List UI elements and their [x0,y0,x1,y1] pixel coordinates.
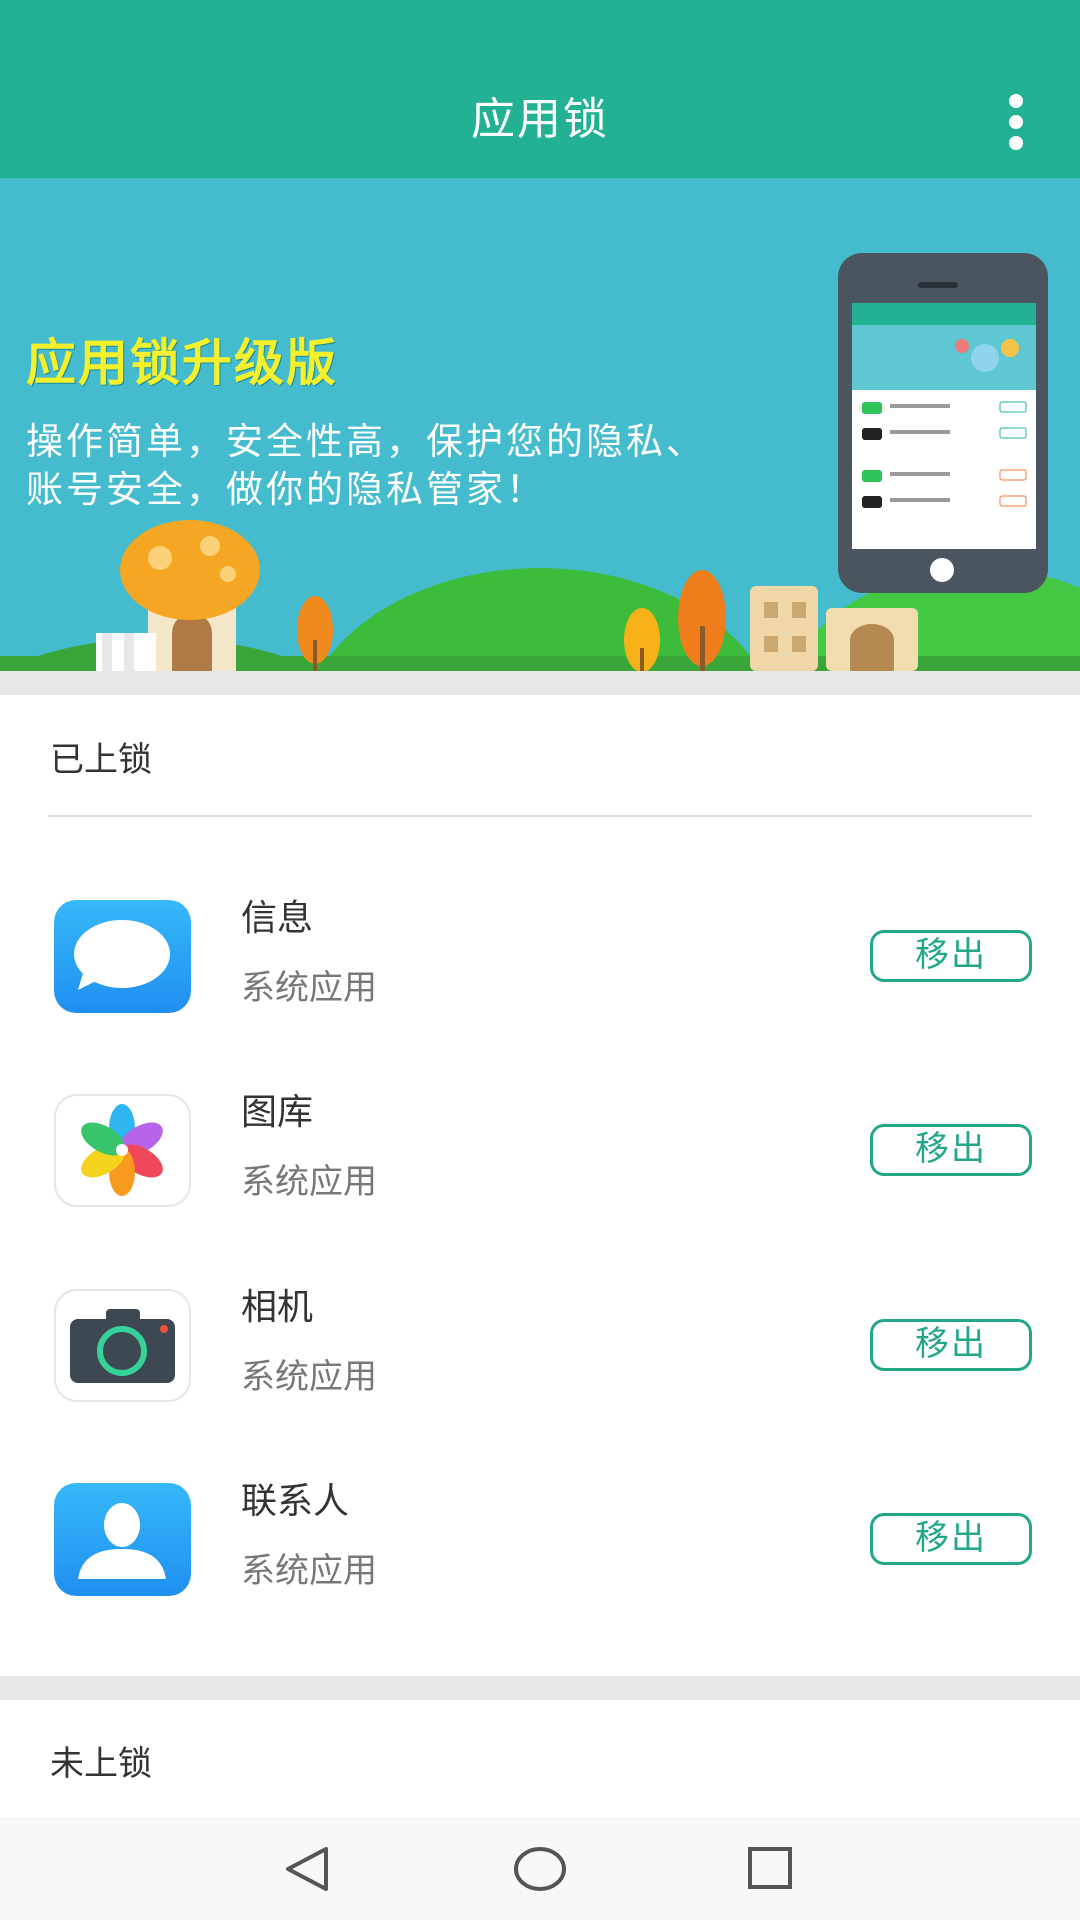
locked-app-row[interactable]: 信息 系统应用 移出 [0,898,1080,1094]
section-divider [0,671,1080,695]
section-divider [0,1676,1080,1700]
app-type: 系统应用 [241,1357,377,1397]
promo-banner[interactable]: 应用锁升级版 操作简单，安全性高，保护您的隐私、账号安全，做你的隐私管家！ [0,178,1080,671]
locked-app-row[interactable]: 相机 系统应用 移出 [0,1287,1080,1483]
unlocked-section-title: 未上锁 [50,1744,152,1784]
recents-icon[interactable] [740,1839,800,1899]
home-icon[interactable] [510,1839,570,1899]
remove-button[interactable]: 移出 [870,1124,1032,1176]
back-icon[interactable] [278,1839,338,1899]
app-name: 图库 [241,1092,314,1133]
contacts-icon [54,1483,191,1596]
messages-icon [54,900,191,1013]
remove-button[interactable]: 移出 [870,1513,1032,1565]
system-nav-bar [0,1817,1080,1920]
remove-button[interactable]: 移出 [870,1319,1032,1371]
app-type: 系统应用 [241,968,377,1008]
gallery-icon [54,1094,191,1207]
app-type: 系统应用 [241,1551,377,1591]
remove-button[interactable]: 移出 [870,930,1032,982]
locked-section-title: 已上锁 [50,740,152,780]
page-title: 应用锁 [471,94,609,145]
app-name: 信息 [241,898,314,939]
camera-icon [54,1289,191,1402]
banner-description: 操作简单，安全性高，保护您的隐私、账号安全，做你的隐私管家！ [26,420,706,511]
app-bar: 应用锁 [0,0,1080,178]
app-type: 系统应用 [241,1162,377,1202]
banner-headline: 应用锁升级版 [26,334,338,392]
locked-app-row[interactable]: 图库 系统应用 移出 [0,1092,1080,1288]
section-rule [48,815,1032,817]
more-vert-icon[interactable] [988,88,1044,156]
app-name: 相机 [241,1287,314,1328]
app-lock-screen: 应用锁 应用锁升级版 操作简单，安全性高，保护您的隐私、账号安全，做你的隐私管家… [0,0,1080,1920]
locked-app-row[interactable]: 联系人 系统应用 移出 [0,1481,1080,1677]
app-name: 联系人 [241,1481,350,1522]
